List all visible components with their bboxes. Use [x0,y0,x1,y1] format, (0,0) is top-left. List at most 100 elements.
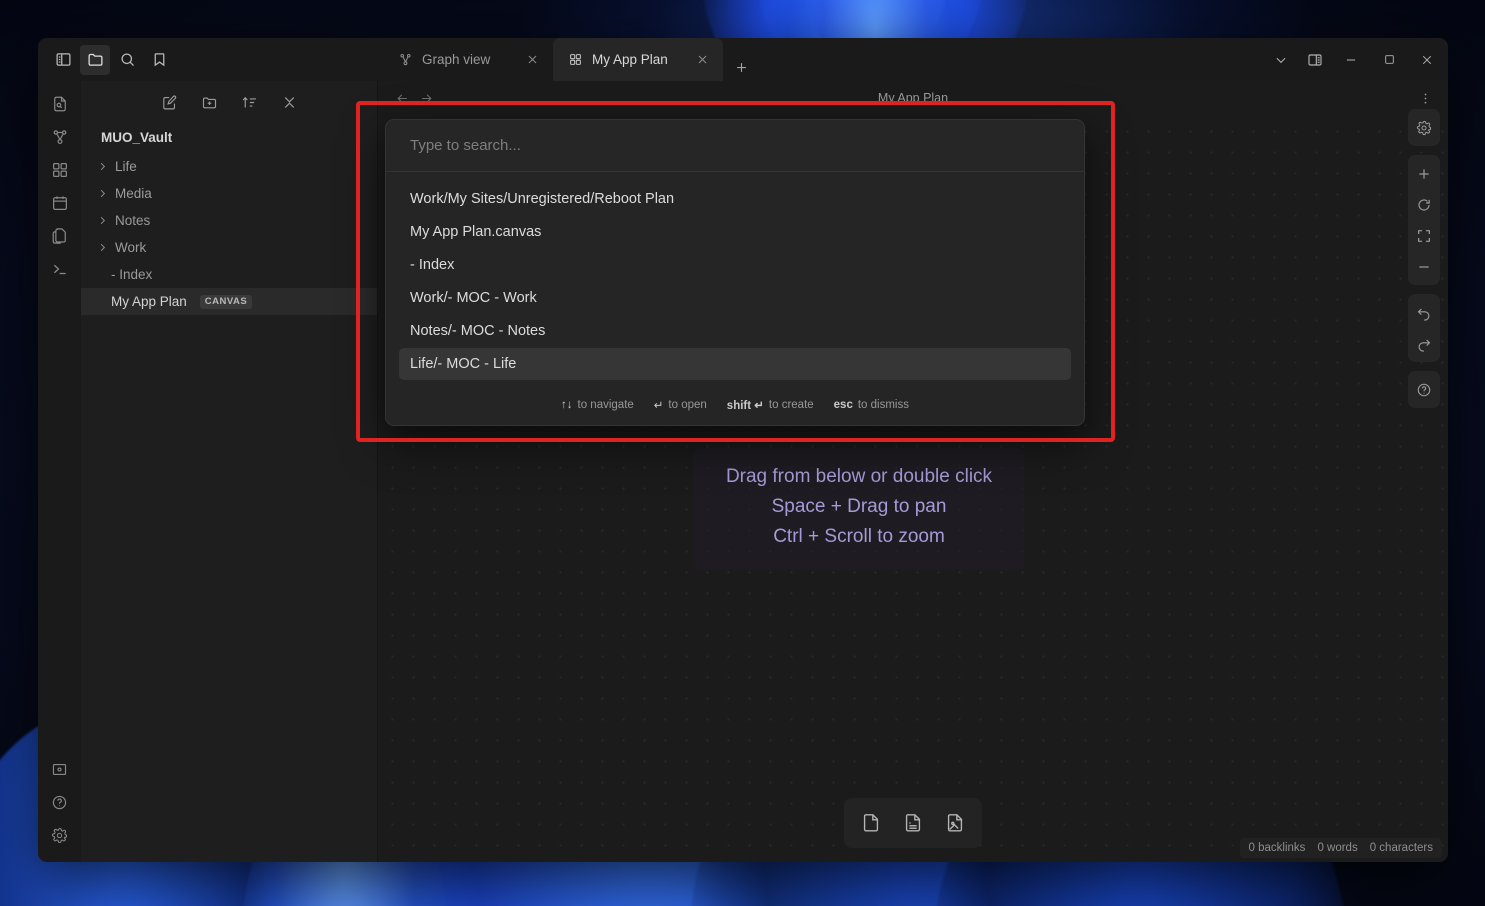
search-input[interactable] [410,137,1060,154]
search-result-label: - Index [410,257,455,273]
search-results-list: Work/My Sites/Unregistered/Reboot Plan M… [386,172,1084,389]
more-options-icon[interactable] [1414,87,1436,109]
new-tab-button[interactable] [727,53,755,81]
files-copy-icon[interactable] [45,221,75,251]
canvas-settings-gear-icon[interactable] [1408,112,1440,143]
tree-item-label: Life [115,159,137,174]
hint-text: to open [668,399,707,411]
tab-label: Graph view [422,52,491,67]
search-result-label: Life/- MOC - Life [410,356,517,372]
tab-graph-view[interactable]: Graph view [383,38,553,81]
tab-close-icon[interactable] [522,50,542,70]
tab-label: My App Plan [592,52,668,67]
terminal-icon[interactable] [45,254,75,284]
vault-name: MUO_Vault [101,130,173,145]
folder-icon[interactable] [80,44,110,75]
search-result-label: Work/My Sites/Unregistered/Reboot Plan [410,191,675,207]
file-search-icon[interactable] [45,89,75,119]
word-count: 0 words [1317,842,1358,854]
new-note-icon[interactable] [157,90,181,114]
zoom-out-icon[interactable] [1408,251,1440,282]
help-circle-icon[interactable] [1408,374,1440,405]
search-result-item[interactable]: - Index [399,249,1071,281]
hint-key: esc [833,399,853,411]
add-note-card-icon[interactable] [895,805,931,841]
reset-zoom-icon[interactable] [1408,189,1440,220]
tree-folder-media[interactable]: Media [81,180,377,207]
redo-icon[interactable] [1408,328,1440,359]
search-result-item[interactable]: Notes/- MOC - Notes [399,315,1071,347]
tree-item-label: Work [115,240,147,255]
tree-folder-life[interactable]: Life [81,153,377,180]
search-result-item[interactable]: Work/- MOC - Work [399,282,1071,314]
chevron-right-icon [95,214,109,228]
canvas-history-group [1408,294,1440,362]
keyboard-hints: ↑↓ to navigate ↵ to open shift ↵ to crea… [386,389,1084,425]
titlebar: Graph view My App Plan [38,38,1448,81]
titlebar-left-tools [38,38,383,81]
view-header: My App Plan [378,81,1448,115]
forward-arrow-icon[interactable] [414,86,438,110]
toggle-sidebar-icon[interactable] [48,45,78,75]
status-bar: 0 backlinks 0 words 0 characters [1239,838,1442,858]
minimize-icon[interactable] [1332,38,1370,81]
tree-folder-work[interactable]: Work [81,234,377,261]
graph-icon[interactable] [45,122,75,152]
tree-file-my-app-plan[interactable]: My App Plan CANVAS [81,288,377,315]
tree-item-label: Media [115,186,152,201]
canvas-hint-line: Drag from below or double click [725,466,993,487]
hint-create: shift ↵ to create [727,398,814,412]
page-title: My App Plan [877,91,949,105]
tree-item-label: My App Plan [111,294,187,309]
chevron-down-icon[interactable] [1264,38,1298,81]
help-icon[interactable] [45,787,75,817]
chevron-right-icon [95,241,109,255]
search-icon[interactable] [112,45,142,75]
tab-bar: Graph view My App Plan [383,38,1264,81]
tree-item-label: Notes [115,213,151,228]
canvas-empty-hint: Drag from below or double click Space + … [694,448,1024,571]
tree-folder-notes[interactable]: Notes [81,207,377,234]
file-tree: MUO_Vault Life Media Notes Work - Index … [81,117,377,315]
collapse-all-icon[interactable] [277,90,301,114]
search-result-item[interactable]: Work/My Sites/Unregistered/Reboot Plan [399,183,1071,215]
chevron-right-icon [95,187,109,201]
search-result-label: Work/- MOC - Work [410,290,537,306]
vault-switcher-icon[interactable] [45,754,75,784]
canvas-grid-icon[interactable] [45,155,75,185]
search-input-row [386,120,1084,172]
tree-item-label: - Index [111,267,153,282]
sort-icon[interactable] [237,90,261,114]
search-result-item-selected[interactable]: Life/- MOC - Life [399,348,1071,380]
tree-file-index[interactable]: - Index [81,261,377,288]
chevron-right-icon [95,160,109,174]
bookmark-icon[interactable] [144,45,174,75]
character-count: 0 characters [1369,842,1433,854]
quick-switcher-modal: Work/My Sites/Unregistered/Reboot Plan M… [385,119,1085,426]
add-card-icon[interactable] [853,805,889,841]
search-result-label: Notes/- MOC - Notes [410,323,546,339]
status-badge: CANVAS [199,294,253,309]
hint-open: ↵ to open [654,398,707,412]
canvas-hint-line: Space + Drag to pan [771,496,947,518]
file-explorer-sidebar: MUO_Vault Life Media Notes Work - Index … [81,81,378,862]
settings-gear-icon[interactable] [45,820,75,850]
tab-close-icon[interactable] [692,50,712,70]
search-result-item[interactable]: My App Plan.canvas [399,216,1071,248]
undo-icon[interactable] [1408,297,1440,328]
back-arrow-icon[interactable] [390,86,414,110]
hint-key: ↑↓ [561,399,573,411]
split-pane-icon[interactable] [1298,38,1332,81]
maximize-icon[interactable] [1370,38,1408,81]
calendar-icon[interactable] [45,188,75,218]
canvas-grid-icon [568,52,583,67]
backlinks-count: 0 backlinks [1248,842,1306,854]
zoom-in-icon[interactable] [1408,158,1440,189]
new-folder-icon[interactable] [197,90,221,114]
canvas-right-toolbar [1408,109,1440,408]
add-image-card-icon[interactable] [937,805,973,841]
zoom-to-fit-icon[interactable] [1408,220,1440,251]
tab-my-app-plan[interactable]: My App Plan [553,38,723,81]
close-icon[interactable] [1408,38,1446,81]
search-result-label: My App Plan.canvas [410,224,542,240]
